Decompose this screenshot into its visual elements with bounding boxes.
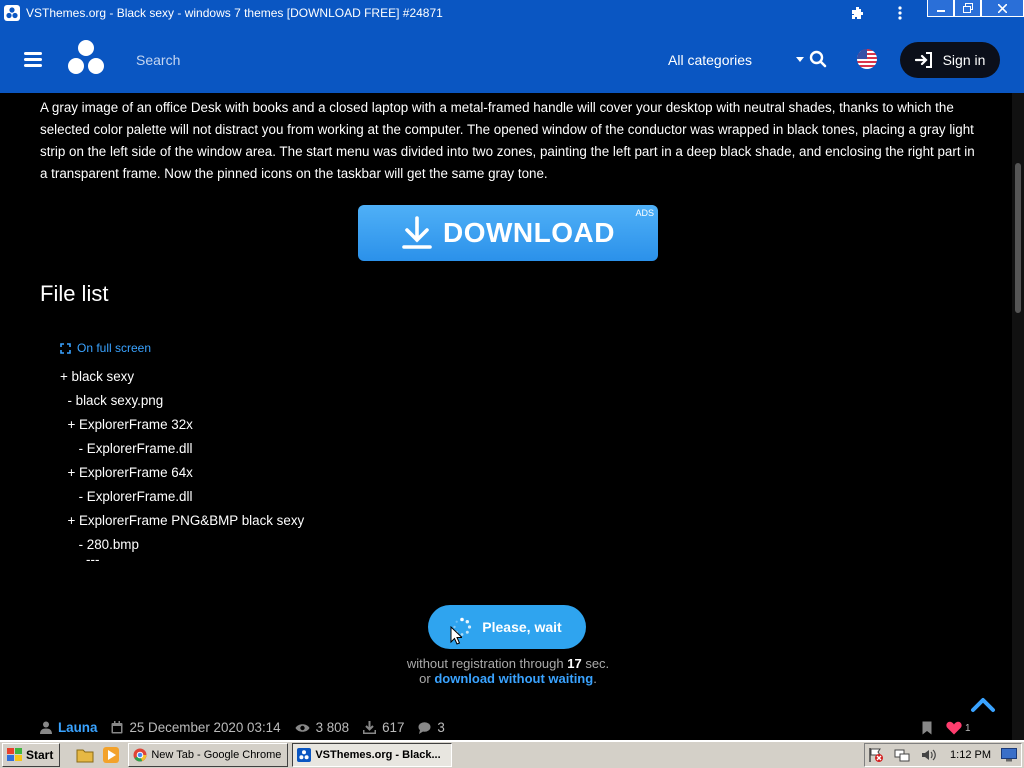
start-label: Start xyxy=(26,748,54,762)
taskbar-item-label: New Tab - Google Chrome xyxy=(151,749,282,761)
scroll-to-top-icon[interactable] xyxy=(970,695,996,718)
theme-description: A gray image of an office Desk with book… xyxy=(40,100,975,181)
mouse-cursor-icon xyxy=(450,625,464,651)
file-tree-item: --- xyxy=(60,552,100,567)
file-tree-item: - ExplorerFrame.dll xyxy=(60,441,193,456)
scrollbar-thumb[interactable] xyxy=(1015,163,1021,313)
wait-text: without registration through xyxy=(406,656,568,671)
bookmark-icon[interactable] xyxy=(922,721,932,735)
downloads-count: 617 xyxy=(382,720,405,735)
page-content: A gray image of an office Desk with book… xyxy=(0,93,1012,740)
windows-logo-icon xyxy=(7,748,22,761)
system-tray: 1:12 PM xyxy=(864,743,1022,767)
vsthemes-icon xyxy=(297,748,312,762)
downloads-icon xyxy=(363,721,377,734)
expand-icon xyxy=(60,342,71,354)
wait-text-end: sec. xyxy=(581,656,610,671)
file-list-heading: File list xyxy=(40,281,109,306)
extensions-icon[interactable] xyxy=(844,0,872,26)
likes-count: 1 xyxy=(965,722,971,734)
download-label: DOWNLOAD xyxy=(443,217,615,248)
categories-label: All categories xyxy=(668,51,753,68)
search-input[interactable] xyxy=(136,51,624,68)
browser-menu-icon[interactable] xyxy=(886,0,914,26)
site-header: All categories Sign in xyxy=(0,26,1024,93)
media-player-quicklaunch-icon[interactable] xyxy=(100,744,122,766)
download-button[interactable]: DOWNLOAD ADS xyxy=(358,205,658,261)
volume-icon[interactable] xyxy=(920,747,936,763)
file-tree-item: + ExplorerFrame PNG&BMP black sexy xyxy=(60,513,305,528)
author-link[interactable]: Launa xyxy=(58,720,97,735)
restore-button[interactable] xyxy=(954,0,981,17)
post-meta: Launa 25 December 2020 03:14 3 808 617 3 xyxy=(40,720,445,735)
file-tree-item: - ExplorerFrame.dll xyxy=(60,489,193,504)
chevron-down-icon xyxy=(796,57,805,62)
site-favicon-icon xyxy=(4,5,20,21)
close-button[interactable] xyxy=(981,0,1024,17)
taskbar-item-chrome[interactable]: New Tab - Google Chrome xyxy=(128,743,289,767)
wait-or: or xyxy=(419,671,435,686)
page-scrollbar[interactable] xyxy=(1012,93,1024,740)
start-button[interactable]: Start xyxy=(2,743,61,767)
comments-icon xyxy=(418,721,431,734)
heart-icon[interactable] xyxy=(946,721,962,735)
security-alert-icon[interactable] xyxy=(868,747,884,763)
comments-count: 3 xyxy=(437,720,445,735)
taskbar-item-vsthemes[interactable]: VSThemes.org - Black... xyxy=(292,743,453,767)
download-without-waiting-link[interactable]: download without waiting xyxy=(434,671,593,686)
fullscreen-label: On full screen xyxy=(77,341,152,355)
search-icon[interactable] xyxy=(809,50,827,73)
please-wait-label: Please, wait xyxy=(482,619,562,635)
file-tree-item: + ExplorerFrame 32x xyxy=(60,417,193,432)
window-controls xyxy=(927,0,1024,17)
os-taskbar: Start New Tab - Google Chrome VSThemes.o… xyxy=(0,740,1024,768)
file-tree-item: + black sexy xyxy=(60,369,135,384)
wait-note: without registration through 17 sec. or … xyxy=(0,656,1012,686)
ads-badge: ADS xyxy=(635,208,654,218)
file-tree: + black sexy - black sexy.png + Explorer… xyxy=(60,365,304,569)
file-tree-item: - black sexy.png xyxy=(60,393,164,408)
network-icon[interactable] xyxy=(894,747,910,763)
download-icon xyxy=(402,216,432,249)
chrome-icon xyxy=(133,748,147,762)
sign-in-icon xyxy=(914,52,932,68)
menu-hamburger-icon[interactable] xyxy=(24,49,42,70)
sign-in-label: Sign in xyxy=(942,52,986,68)
views-eye-icon xyxy=(295,723,310,732)
show-desktop-icon[interactable] xyxy=(1001,748,1017,762)
minimize-button[interactable] xyxy=(927,0,954,17)
clock[interactable]: 1:12 PM xyxy=(950,749,991,761)
file-tree-item: + ExplorerFrame 64x xyxy=(60,465,193,480)
window-title: VSThemes.org - Black sexy - windows 7 th… xyxy=(26,6,443,20)
explorer-quicklaunch-icon[interactable] xyxy=(74,744,96,766)
calendar-icon xyxy=(111,721,123,734)
taskbar-item-label: VSThemes.org - Black... xyxy=(315,749,441,761)
sign-in-button[interactable]: Sign in xyxy=(900,42,1000,78)
user-icon xyxy=(40,721,52,734)
language-flag-icon[interactable] xyxy=(857,49,877,69)
views-count: 3 808 xyxy=(315,720,350,735)
wait-seconds: 17 xyxy=(567,656,582,671)
search-box xyxy=(124,42,624,78)
fullscreen-link[interactable]: On full screen xyxy=(60,341,151,355)
post-date: 25 December 2020 03:14 xyxy=(129,720,281,735)
post-actions: 1 xyxy=(922,721,971,735)
site-logo[interactable] xyxy=(66,39,106,80)
categories-dropdown[interactable]: All categories xyxy=(668,26,805,93)
wait-dot: . xyxy=(593,671,597,686)
